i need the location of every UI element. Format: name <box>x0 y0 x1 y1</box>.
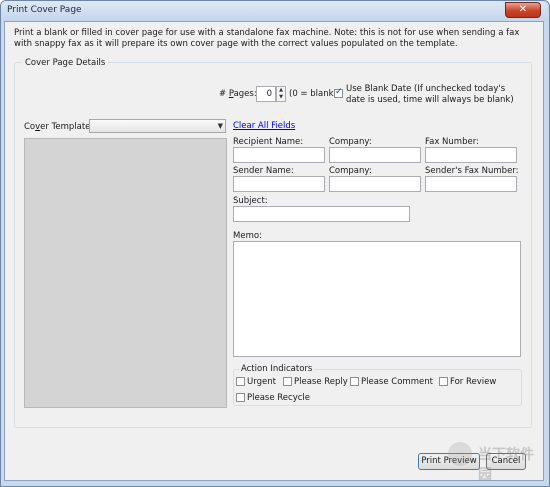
use-blank-date-label: Use Blank Date (If unchecked today's dat… <box>346 84 514 105</box>
please-reply-label: Please Reply <box>294 377 348 387</box>
memo-label: Memo: <box>233 231 262 241</box>
please-recycle-checkbox[interactable] <box>236 393 245 402</box>
cover-page-details-legend: Cover Page Details <box>22 58 109 68</box>
subject-label: Subject: <box>233 196 268 206</box>
subject-field[interactable] <box>233 206 410 222</box>
watermark-logo-icon <box>448 442 472 466</box>
cover-template-dropdown[interactable]: ▼ <box>89 119 226 133</box>
chevron-down-icon[interactable]: ▼ <box>218 122 223 130</box>
title-bar[interactable]: Print Cover Page ✕ <box>1 1 547 21</box>
clear-all-fields-link[interactable]: Clear All Fields <box>233 121 295 131</box>
recipient-company-field[interactable] <box>329 147 421 163</box>
sender-company-label: Company: <box>329 166 372 176</box>
for-review-label: For Review <box>450 377 497 387</box>
fax-number-label: Fax Number: <box>425 137 479 147</box>
please-recycle-label: Please Recycle <box>247 393 311 403</box>
intro-text: Print a blank or filled in cover page fo… <box>14 28 520 49</box>
sender-fax-number-label: Sender's Fax Number: <box>425 166 519 176</box>
close-button[interactable]: ✕ <box>505 2 541 18</box>
cover-template-label: Cover Template: <box>24 122 94 132</box>
action-indicators-legend: Action Indicators <box>239 364 315 374</box>
sender-name-field[interactable] <box>233 176 325 192</box>
for-review-checkbox[interactable] <box>439 377 448 386</box>
recipient-company-label: Company: <box>329 137 372 147</box>
recipient-name-label: Recipient Name: <box>233 137 304 147</box>
pages-hint: (0 = blank) <box>289 89 337 99</box>
sender-company-field[interactable] <box>329 176 421 192</box>
fax-number-field[interactable] <box>425 147 517 163</box>
spin-down-icon[interactable]: ▼ <box>277 94 285 101</box>
recipient-name-field[interactable] <box>233 147 325 163</box>
please-comment-checkbox[interactable] <box>350 377 359 386</box>
pages-label: # Pages: <box>219 89 257 99</box>
spin-up-icon[interactable]: ▲ <box>277 87 285 94</box>
sender-fax-number-field[interactable] <box>425 176 517 192</box>
memo-textarea[interactable] <box>233 241 521 357</box>
use-blank-date-checkbox[interactable] <box>334 87 343 98</box>
pages-spinner[interactable]: ▲ ▼ <box>276 86 286 102</box>
pages-input[interactable]: 0 <box>256 86 276 102</box>
please-reply-checkbox[interactable] <box>283 377 292 386</box>
urgent-checkbox[interactable] <box>236 377 245 386</box>
window-title: Print Cover Page <box>7 5 82 15</box>
cover-template-preview <box>24 138 227 408</box>
cancel-button[interactable]: Cancel <box>486 453 526 470</box>
sender-name-label: Sender Name: <box>233 166 294 176</box>
urgent-label: Urgent <box>247 377 276 387</box>
please-comment-label: Please Comment <box>361 377 433 387</box>
